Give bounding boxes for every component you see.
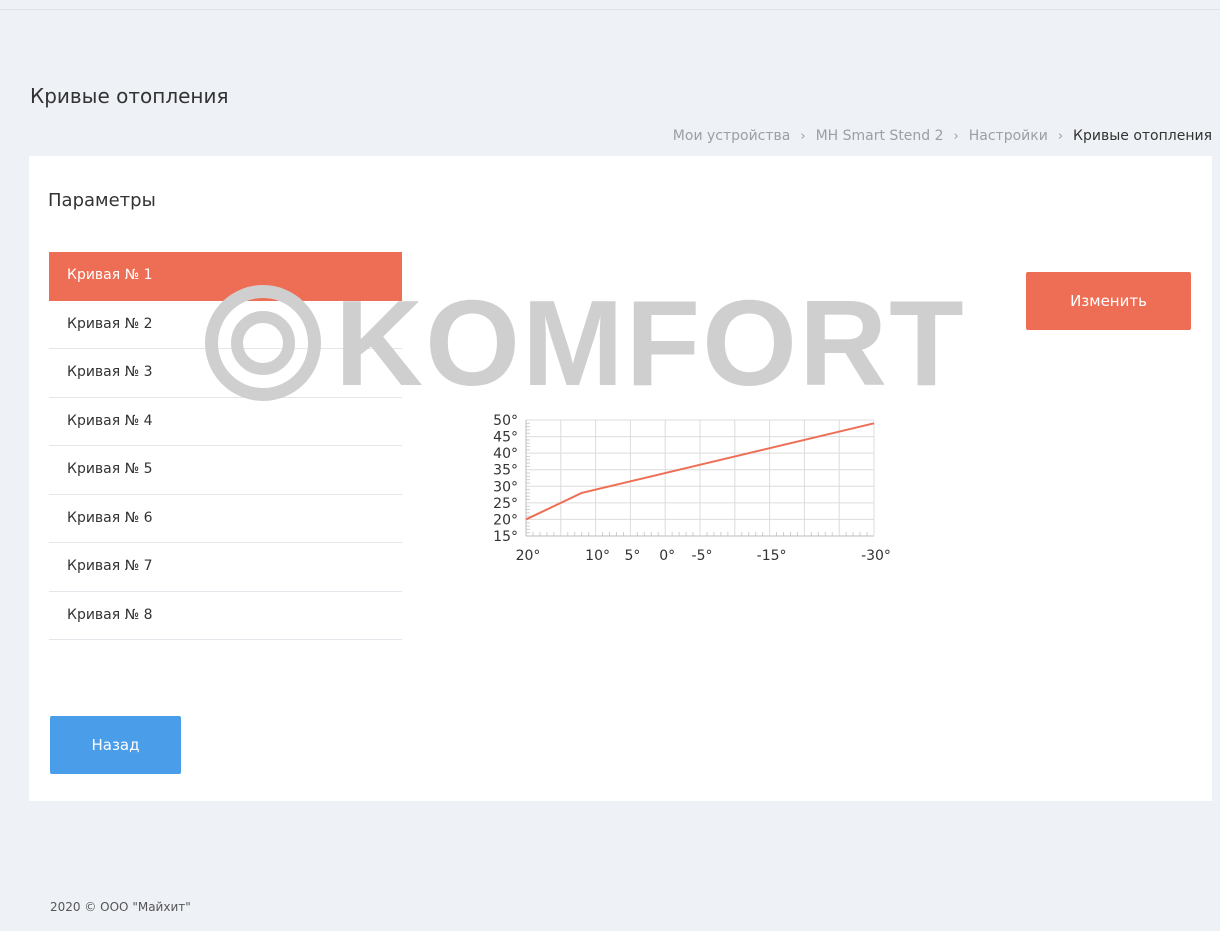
page-title: Кривые отопления bbox=[30, 84, 229, 108]
breadcrumb-separator: › bbox=[953, 128, 959, 144]
x-tick-label: 5° bbox=[624, 548, 640, 564]
breadcrumb-my-devices[interactable]: Мои устройства bbox=[673, 128, 791, 144]
heating-curve-chart: 50°45°40°35°30°25°20°15°20° 10° 5° 0° -5° -15… bbox=[493, 413, 891, 564]
y-tick-label: 45° bbox=[493, 430, 518, 446]
y-tick-label: 50° bbox=[493, 413, 518, 429]
curve-item-2[interactable]: Кривая № 2 bbox=[49, 301, 402, 349]
top-divider bbox=[0, 9, 1220, 10]
curve-item-7[interactable]: Кривая № 7 bbox=[49, 543, 402, 592]
y-tick-label: 35° bbox=[493, 463, 518, 479]
curve-item-1[interactable]: Кривая № 1 bbox=[49, 252, 402, 301]
x-tick-label: 10° bbox=[585, 548, 610, 564]
footer-copyright: 2020 © ООО "Майхит" bbox=[50, 900, 191, 914]
parameters-title: Параметры bbox=[48, 190, 156, 211]
curve-item-8[interactable]: Кривая № 8 bbox=[49, 592, 402, 640]
y-tick-label: 25° bbox=[493, 496, 518, 512]
breadcrumb-separator: › bbox=[1057, 128, 1064, 144]
curve-item-3[interactable]: Кривая № 3 bbox=[49, 349, 402, 398]
y-tick-label: 15° bbox=[493, 529, 518, 545]
curve-list: Кривая № 1 Кривая № 2 Кривая № 3 Кривая … bbox=[49, 252, 402, 640]
change-button[interactable]: Изменить bbox=[1026, 272, 1191, 330]
parameters-card: Параметры Кривая № 1 Кривая № 2 Кривая №… bbox=[29, 156, 1212, 801]
x-tick-label: 0° bbox=[659, 548, 675, 564]
breadcrumb: Мои устройства › MH Smart Stend 2 › Наст… bbox=[673, 128, 1212, 144]
curve-item-6[interactable]: Кривая № 6 bbox=[49, 495, 402, 543]
breadcrumb-device[interactable]: MH Smart Stend 2 bbox=[816, 128, 944, 144]
back-button[interactable]: Назад bbox=[50, 716, 181, 774]
x-tick-label: -30° bbox=[861, 548, 891, 564]
x-tick-label: -5° bbox=[692, 548, 713, 564]
x-tick-label: -15° bbox=[757, 548, 787, 564]
curve-item-5[interactable]: Кривая № 5 bbox=[49, 446, 402, 495]
x-tick-label: 20° bbox=[516, 548, 541, 564]
breadcrumb-settings[interactable]: Настройки bbox=[969, 128, 1048, 144]
breadcrumb-current: Кривые отопления bbox=[1073, 128, 1212, 144]
y-tick-label: 20° bbox=[493, 512, 518, 528]
y-tick-label: 40° bbox=[493, 446, 518, 462]
breadcrumb-separator: › bbox=[800, 128, 806, 144]
curve-item-4[interactable]: Кривая № 4 bbox=[49, 398, 402, 446]
y-tick-label: 30° bbox=[493, 479, 518, 495]
